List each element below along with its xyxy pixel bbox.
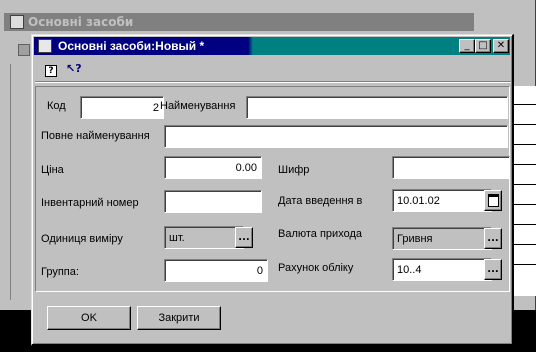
maximize-button[interactable]: □ <box>475 39 491 53</box>
account-field[interactable]: 10..4 <box>392 258 492 281</box>
code-field[interactable]: 2 <box>80 96 164 119</box>
price-label: Ціна <box>41 164 64 176</box>
unit-label: Одиниця виміру <box>41 233 123 245</box>
account-lookup-button[interactable]: ... <box>484 259 502 280</box>
inventory-number-field[interactable] <box>164 190 262 213</box>
help-icon[interactable]: ? <box>45 65 57 77</box>
name-label: Найменування <box>160 100 236 112</box>
dialog-app-icon[interactable] <box>38 39 52 53</box>
group-field[interactable]: 0 <box>164 259 268 282</box>
currency-lookup-button[interactable]: ... <box>484 228 502 249</box>
unit-field[interactable]: шт. <box>164 226 244 249</box>
full-name-label: Повне найменування <box>41 130 150 142</box>
currency-label: Валюта прихода <box>278 228 362 240</box>
grid-row-line <box>511 204 536 205</box>
ok-button[interactable]: OK <box>47 306 131 330</box>
close-button[interactable]: Закрити <box>137 306 221 330</box>
date-label: Дата введення в <box>278 195 363 207</box>
account-label: Рахунок обліку <box>278 262 354 274</box>
grid-row-line <box>511 104 536 105</box>
full-name-field[interactable] <box>164 125 508 148</box>
grid-row-line <box>511 224 536 225</box>
calendar-button[interactable] <box>484 190 502 211</box>
date-field[interactable]: 10.01.02 <box>392 189 492 212</box>
cipher-label: Шифр <box>278 164 310 176</box>
inventory-number-label: Інвентарний номер <box>41 197 139 209</box>
background-app-icon <box>10 15 24 29</box>
name-field[interactable] <box>246 96 508 119</box>
whats-this-icon[interactable]: ↖? <box>66 62 82 78</box>
dialog-title: Основні засоби:Новый * <box>58 39 205 53</box>
grid-row-line <box>511 184 536 185</box>
group-label: Группа: <box>41 266 79 278</box>
minimize-button[interactable]: _ <box>459 39 475 53</box>
calendar-icon <box>487 194 499 207</box>
grid-row-line <box>511 124 536 125</box>
price-field[interactable]: 0.00 <box>164 156 262 179</box>
close-window-button[interactable]: ✕ <box>493 39 509 53</box>
background-window-title: Основні засоби <box>28 15 134 29</box>
currency-field[interactable]: Гривня <box>392 227 492 250</box>
grid-row-line <box>511 164 536 165</box>
grid-row-line <box>511 264 536 265</box>
background-window-titlebar[interactable]: Основні засоби <box>4 13 474 31</box>
cipher-field[interactable] <box>392 156 510 179</box>
unit-lookup-button[interactable]: ... <box>235 227 253 248</box>
toolbar <box>35 58 511 82</box>
dialog-titlebar[interactable]: Основні засоби:Новый * <box>34 37 510 55</box>
background-content-edge <box>10 64 16 300</box>
grid-row-line <box>511 244 536 245</box>
background-toolbar-icon[interactable] <box>18 44 30 56</box>
grid-row-line <box>511 144 536 145</box>
code-label: Код <box>47 100 66 112</box>
